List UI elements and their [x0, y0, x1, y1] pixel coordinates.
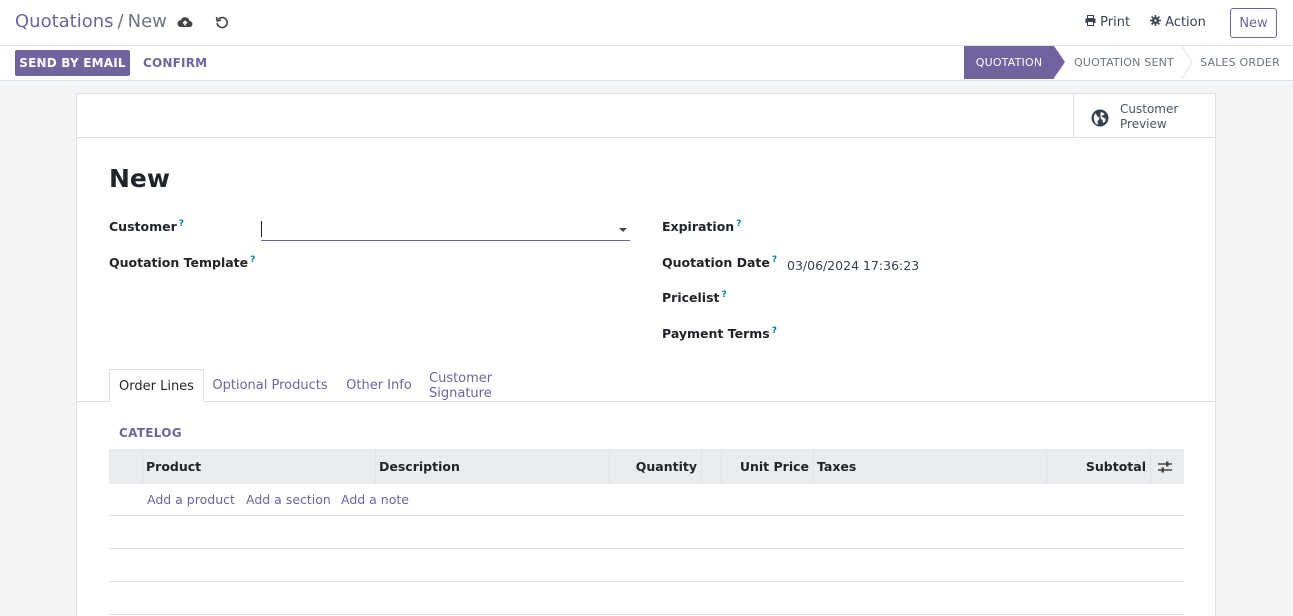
caret-down-icon[interactable]	[619, 228, 627, 232]
tab-order-lines[interactable]: Order Lines	[109, 369, 204, 403]
customer-preview-button[interactable]: Customer Preview	[1073, 94, 1215, 138]
tab-other-info[interactable]: Other Info	[342, 369, 416, 402]
add-section-link[interactable]: Add a section	[246, 492, 331, 507]
add-product-link[interactable]: Add a product	[147, 492, 235, 507]
form-sheet: Customer Preview New Customer? Quotation…	[76, 93, 1216, 616]
breadcrumb: Quotations / New	[15, 11, 167, 32]
breadcrumb-current: New	[127, 11, 167, 32]
confirm-button[interactable]: CONFIRM	[143, 56, 207, 70]
stage-arrow	[1054, 46, 1065, 78]
column-subtotal[interactable]: Subtotal	[1046, 449, 1146, 484]
breadcrumb-parent[interactable]: Quotations	[15, 11, 114, 32]
cloud-upload-icon[interactable]	[176, 13, 194, 31]
table-row	[109, 582, 1184, 615]
column-product[interactable]: Product	[146, 449, 201, 484]
customer-label: Customer?	[109, 219, 184, 235]
customer-input[interactable]	[261, 219, 630, 241]
catalog-button[interactable]: CATELOG	[119, 426, 182, 440]
help-icon[interactable]: ?	[772, 255, 777, 265]
breadcrumb-separator: /	[117, 11, 124, 32]
quotation-date-label: Quotation Date?	[662, 255, 778, 271]
table-row	[109, 516, 1184, 549]
customer-preview-label: Customer Preview	[1120, 102, 1179, 131]
print-label: Print	[1100, 15, 1131, 30]
undo-icon[interactable]	[213, 13, 231, 31]
control-panel: Quotations / New Print Action New	[0, 0, 1293, 46]
stage-divider	[1181, 46, 1193, 79]
stage-sales-order[interactable]: SALES ORDER	[1195, 46, 1285, 79]
quotation-template-label: Quotation Template?	[109, 255, 256, 271]
help-icon[interactable]: ?	[736, 219, 741, 229]
column-separator	[142, 449, 143, 484]
help-icon[interactable]: ?	[250, 255, 255, 265]
column-separator	[813, 449, 814, 484]
new-button[interactable]: New	[1230, 8, 1277, 38]
help-icon[interactable]: ?	[772, 326, 777, 336]
table-row	[109, 549, 1184, 582]
expiration-label: Expiration?	[662, 219, 742, 235]
add-line-row: Add a product Add a section Add a note	[109, 484, 1184, 516]
tab-optional-products[interactable]: Optional Products	[210, 369, 330, 402]
add-note-link[interactable]: Add a note	[341, 492, 409, 507]
tab-customer-signature[interactable]: Customer Signature	[429, 369, 557, 402]
status-bar: SEND BY EMAIL CONFIRM QUOTATION QUOTATIO…	[0, 46, 1293, 81]
action-label: Action	[1165, 15, 1206, 30]
column-separator	[375, 449, 376, 484]
payment-terms-label: Payment Terms?	[662, 326, 777, 342]
send-by-email-button[interactable]: SEND BY EMAIL	[15, 50, 130, 76]
action-button[interactable]: Action	[1150, 15, 1206, 30]
button-box: Customer Preview	[77, 94, 1215, 138]
help-icon[interactable]: ?	[179, 219, 184, 229]
print-button[interactable]: Print	[1085, 15, 1130, 30]
order-lines-header: Product Description Quantity Unit Price …	[109, 449, 1184, 484]
column-description[interactable]: Description	[379, 449, 460, 484]
pricelist-label: Pricelist?	[662, 290, 727, 306]
quotation-date-field[interactable]: 03/06/2024 17:36:23	[787, 258, 919, 273]
column-taxes[interactable]: Taxes	[817, 449, 856, 484]
column-separator	[1150, 449, 1151, 484]
column-quantity[interactable]: Quantity	[609, 449, 697, 484]
optional-columns-icon[interactable]	[1157, 459, 1173, 475]
column-separator	[701, 449, 702, 484]
text-caret	[261, 221, 262, 237]
notebook-tabs: Order Lines Optional Products Other Info…	[77, 369, 1215, 403]
gear-icon	[1150, 15, 1161, 26]
globe-icon	[1091, 109, 1109, 127]
record-title: New	[109, 164, 170, 193]
printer-icon	[1085, 15, 1096, 26]
help-icon[interactable]: ?	[721, 290, 726, 300]
stage-quotation[interactable]: QUOTATION	[964, 46, 1054, 79]
stage-quotation-sent[interactable]: QUOTATION SENT	[1068, 46, 1180, 79]
column-unit-price[interactable]: Unit Price	[721, 449, 809, 484]
